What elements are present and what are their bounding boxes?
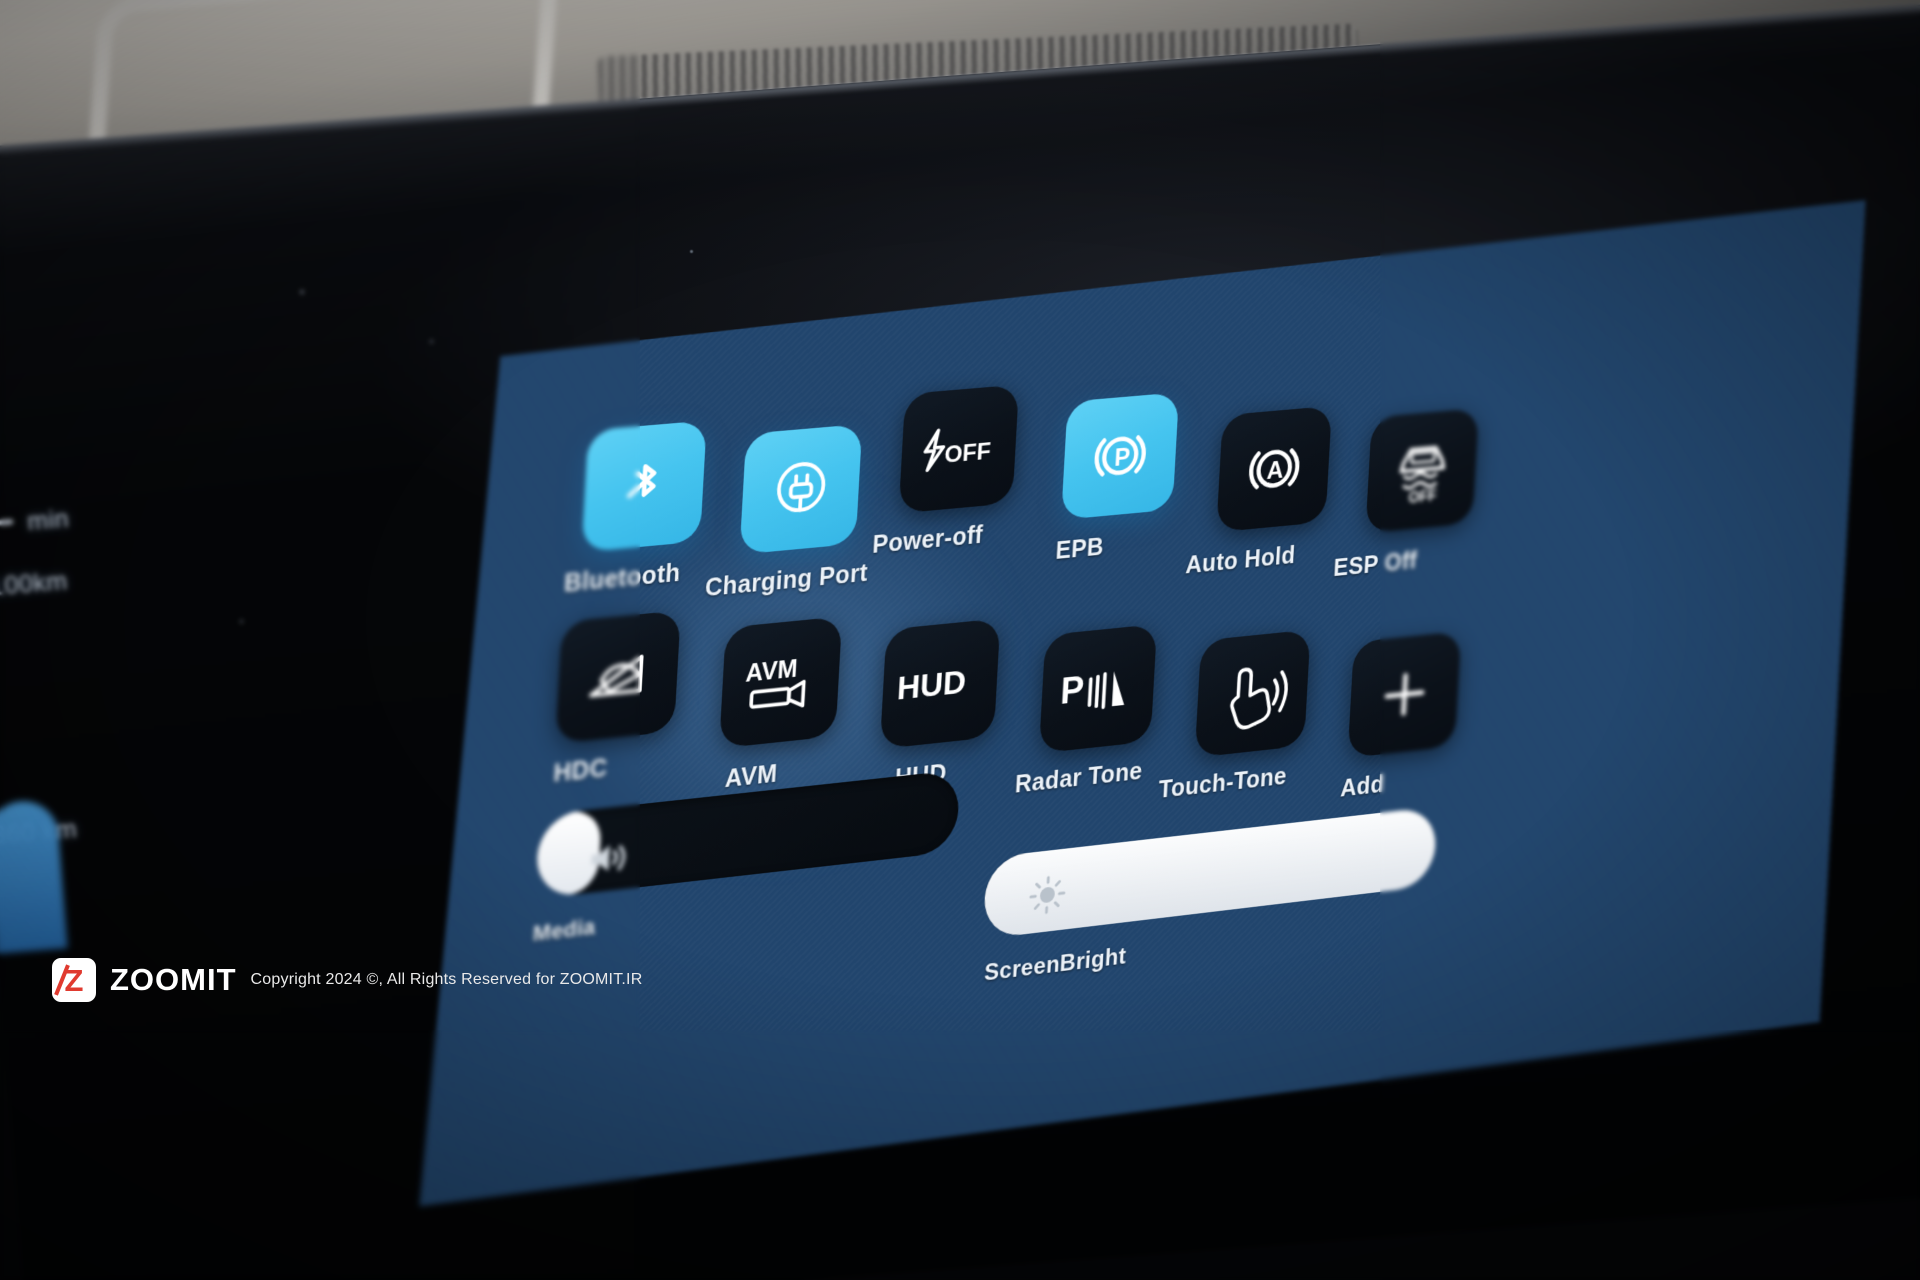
tile-label-add: Add [1340, 771, 1385, 803]
watermark-brand: ZOOMIT [110, 962, 237, 998]
avm-camera-icon: AVM [738, 643, 824, 722]
bolt-off-text: OFF [944, 437, 992, 468]
tile-radar-tone[interactable]: P [1039, 624, 1157, 753]
screenshot-root: min h/100km 360 km Bluetooth Charg [0, 0, 1920, 1280]
cluster-dash-marks [0, 519, 13, 528]
tile-label-epb: EPB [1055, 533, 1105, 566]
tile-label-hdc: HDC [553, 754, 608, 789]
bolt-off-icon: OFF [916, 418, 1001, 480]
dust-speck [240, 620, 243, 623]
tile-hdc[interactable] [555, 610, 681, 743]
speaker-icon [587, 839, 628, 877]
tile-hud[interactable]: HUD [880, 618, 1001, 749]
auto-hold-letter: A [1266, 457, 1284, 485]
auto-hold-icon: A [1239, 431, 1309, 508]
hill-descent-icon [580, 641, 656, 712]
tile-auto-hold[interactable]: A [1216, 406, 1332, 532]
parking-brake-icon: P [1084, 417, 1156, 494]
dust-speck [430, 340, 433, 343]
tile-add[interactable] [1348, 631, 1462, 758]
tile-power-off[interactable]: OFF [899, 385, 1019, 514]
cluster-unit-consumption: h/100km [0, 567, 69, 604]
touch-hand-icon [1214, 654, 1291, 732]
tile-avm[interactable]: AVM [719, 616, 842, 748]
zoomit-logo-icon: Z [52, 958, 96, 1002]
esp-off-icon: OFF [1385, 432, 1459, 508]
tile-charging-port[interactable] [739, 424, 862, 555]
hud-text: HUD [896, 663, 967, 707]
watermark: Z ZOOMIT Copyright 2024 ©, All Rights Re… [52, 958, 642, 1002]
dust-speck [690, 250, 693, 253]
brightness-icon [1026, 871, 1069, 918]
instrument-cluster-readout: min h/100km 360 km [0, 458, 218, 953]
avm-text: AVM [745, 655, 798, 688]
watermark-copyright: Copyright 2024 ©, All Rights Reserved fo… [251, 971, 643, 989]
radar-letter: P [1059, 669, 1085, 713]
tile-touch-tone[interactable] [1195, 630, 1311, 758]
power-plug-icon [766, 452, 836, 527]
bluetooth-icon [614, 454, 676, 519]
epb-letter: P [1114, 444, 1131, 472]
tile-bluetooth[interactable] [582, 420, 707, 552]
hud-text-icon: HUD [892, 657, 988, 709]
dust-speck [300, 290, 304, 294]
tile-epb[interactable]: P [1061, 392, 1179, 520]
tile-label-avm: AVM [724, 760, 778, 794]
cluster-unit-min: min [26, 505, 70, 537]
parking-radar-icon: P [1057, 655, 1139, 723]
esp-off-text: OFF [1408, 487, 1437, 507]
plus-icon [1378, 665, 1430, 723]
tile-esp-off[interactable]: OFF [1365, 408, 1479, 533]
